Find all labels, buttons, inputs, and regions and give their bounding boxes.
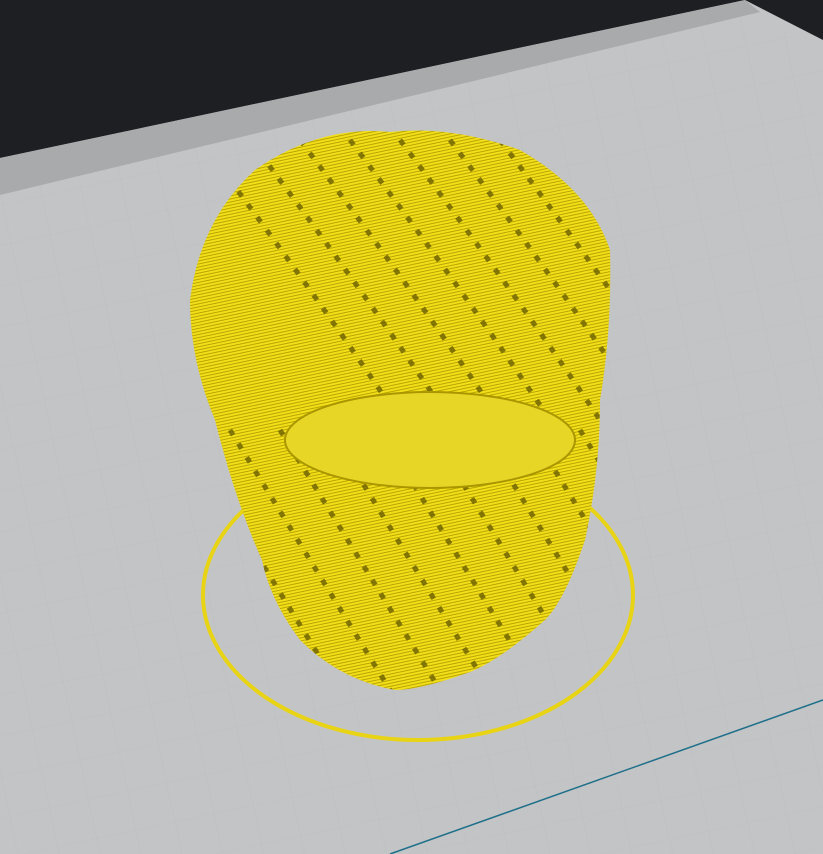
scene[interactable] xyxy=(0,0,823,854)
vase-inner-floor xyxy=(284,391,576,489)
3d-viewport[interactable] xyxy=(0,0,823,854)
